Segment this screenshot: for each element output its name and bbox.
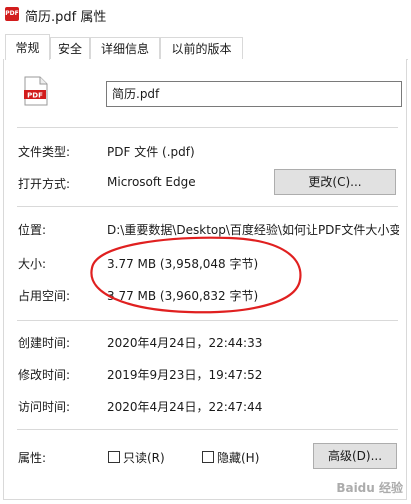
divider — [17, 429, 398, 430]
created-value: 2020年4月24日，22:44:33 — [107, 336, 263, 350]
accessed-value: 2020年4月24日，22:47:44 — [107, 400, 263, 414]
hidden-label: 隐藏(H) — [217, 451, 260, 465]
modified-value: 2019年9月23日，19:47:52 — [107, 368, 263, 382]
created-label: 创建时间: — [18, 336, 71, 350]
tab-general[interactable]: 常规 — [5, 34, 50, 60]
modified-label: 修改时间: — [18, 368, 71, 382]
hidden-checkbox[interactable] — [202, 451, 214, 463]
attributes-label: 属性: — [18, 451, 47, 465]
advanced-button[interactable]: 高级(D)... — [313, 443, 397, 469]
readonly-checkbox[interactable] — [108, 451, 120, 463]
readonly-label: 只读(R) — [123, 451, 165, 465]
divider — [17, 320, 398, 321]
accessed-label: 访问时间: — [18, 400, 71, 414]
watermark-logo: Baidu 经验 — [336, 481, 403, 495]
